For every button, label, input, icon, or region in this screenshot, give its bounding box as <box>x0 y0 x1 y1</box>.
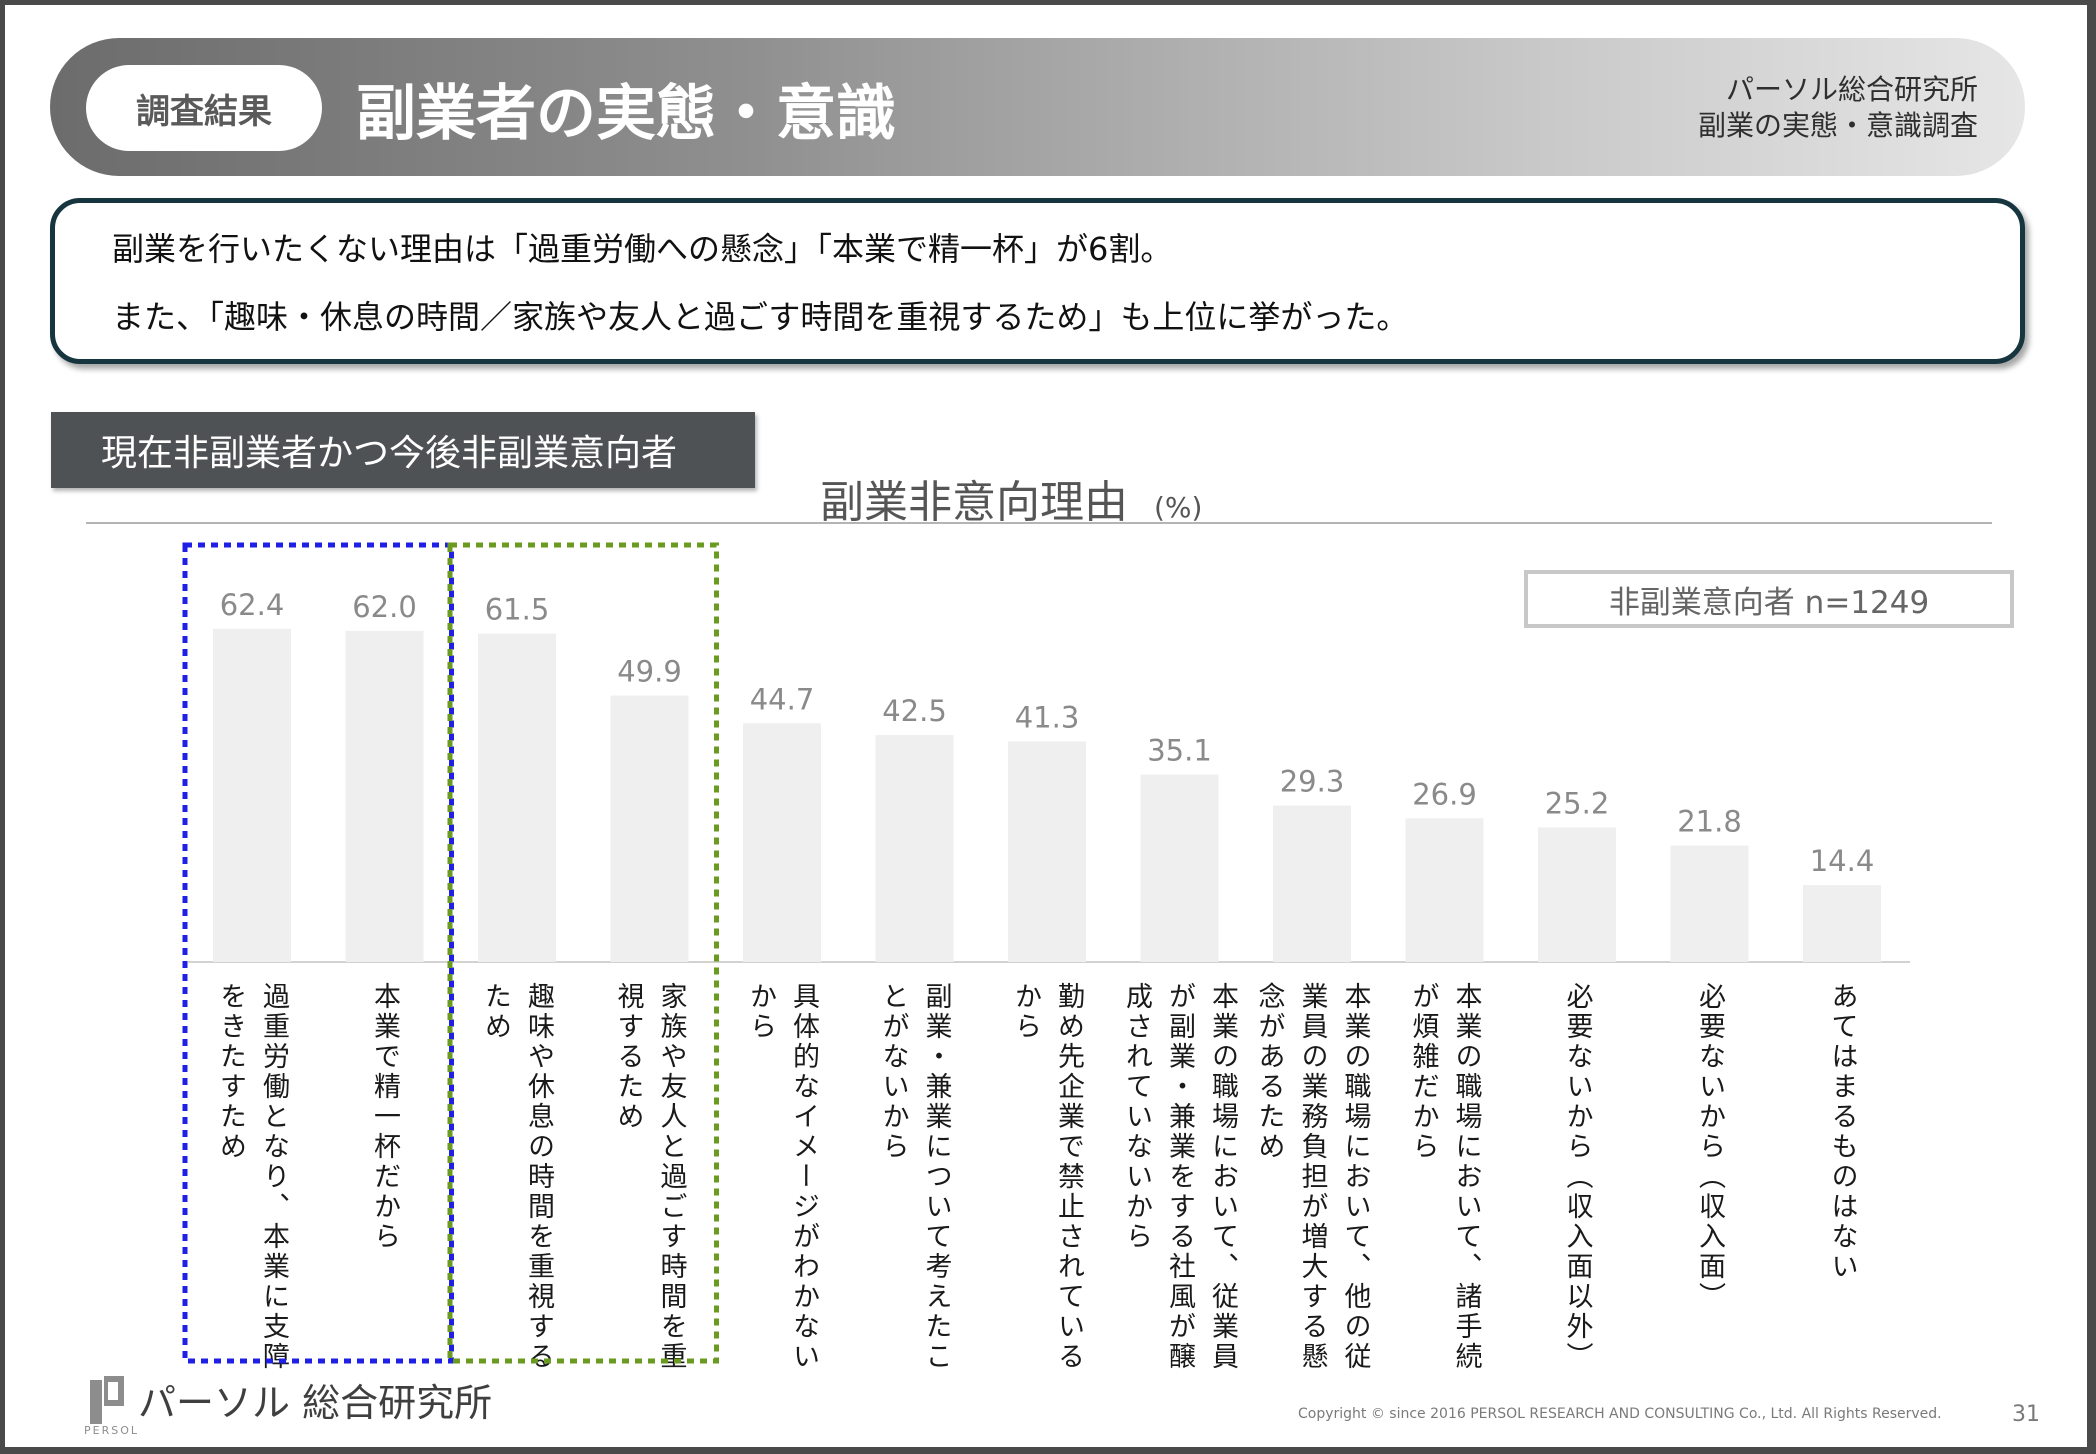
copyright: Copyright © since 2016 PERSOL RESEARCH A… <box>1298 1406 1942 1422</box>
category-label-8-0: 本業の職場において、他の従 <box>1340 982 1372 1372</box>
bar-value-label-4: 44.7 <box>750 682 815 716</box>
bar-11 <box>1670 845 1749 962</box>
category-label-2-0: 趣味や休息の時間を重視する <box>523 982 555 1372</box>
category-label-9-1: が煩雑だから <box>1408 982 1440 1162</box>
category-label-6-1: から <box>1010 982 1041 1042</box>
persol-logo-icon <box>90 1375 124 1424</box>
bar-2 <box>478 633 556 962</box>
category-label-0-1: をきたすため <box>215 982 246 1162</box>
bar-6 <box>1008 741 1086 962</box>
bar-value-label-8: 29.3 <box>1280 765 1345 799</box>
bar-5 <box>875 735 954 962</box>
category-label-7-2: 成されていないから <box>1121 982 1153 1252</box>
bar-10 <box>1538 827 1616 962</box>
logo-text: パーソル 総合研究所 <box>138 1381 493 1425</box>
category-label-6-0: 勤め先企業で禁止されている <box>1053 982 1085 1372</box>
bar-12 <box>1803 885 1881 962</box>
bar-1 <box>345 630 424 962</box>
bar-value-label-3: 49.9 <box>617 655 682 689</box>
category-label-0-0: 過重労働となり、本業に支障 <box>258 982 290 1372</box>
category-label-11-0: 必要ないから（収入面） <box>1694 982 1726 1312</box>
category-label-2-1: ため <box>480 982 511 1042</box>
bar-value-label-1: 62.0 <box>352 590 417 624</box>
category-label-1-0: 本業で精一杯だから <box>369 982 401 1252</box>
bar-value-label-11: 21.8 <box>1677 805 1742 839</box>
bar-value-label-2: 61.5 <box>485 593 550 627</box>
category-label-4-1: から <box>745 982 776 1042</box>
category-label-3-0: 家族や友人と過ごす時間を重 <box>656 982 688 1372</box>
bar-4 <box>743 723 821 962</box>
category-label-8-1: 業員の業務負担が増大する懸 <box>1297 982 1329 1372</box>
bar-value-label-5: 42.5 <box>882 694 947 728</box>
category-label-7-0: 本業の職場において、従業員 <box>1207 982 1239 1372</box>
category-label-4-0: 具体的なイメージがわかない <box>788 982 820 1372</box>
bar-0 <box>213 628 291 962</box>
bar-7 <box>1140 774 1219 962</box>
logo-subtext: PERSOL <box>84 1424 139 1437</box>
bar-value-label-12: 14.4 <box>1810 844 1875 878</box>
bar-value-label-0: 62.4 <box>220 588 285 622</box>
category-label-5-0: 副業・兼業について考えたこ <box>921 982 953 1372</box>
bar-chart: 62.4 過重労働となり、本業に支障をきたすため 62.0 本業で精一杯だから 61.5… <box>182 542 1910 1372</box>
category-label-3-1: 視するため <box>613 982 645 1132</box>
page-number: 31 <box>2012 1402 2040 1427</box>
category-label-7-1: が副業・兼業をする社風が醸 <box>1164 982 1196 1372</box>
category-label-8-2: 念があるため <box>1254 982 1286 1162</box>
category-label-10-0: 必要ないから（収入面以外） <box>1562 982 1594 1372</box>
bar-8 <box>1273 805 1351 962</box>
bar-9 <box>1405 818 1484 962</box>
category-label-12-0: あてはまるものはない <box>1827 982 1858 1282</box>
category-label-9-0: 本業の職場において、諸手続 <box>1451 982 1483 1372</box>
bar-value-label-7: 35.1 <box>1147 734 1212 768</box>
bar-value-label-10: 25.2 <box>1545 786 1610 820</box>
bar-3 <box>610 695 689 962</box>
bar-value-label-6: 41.3 <box>1015 700 1080 734</box>
persol-logo: パーソル 総合研究所 <box>90 1372 492 1427</box>
category-label-5-1: とがないから <box>878 982 909 1162</box>
bar-value-label-9: 26.9 <box>1412 777 1477 811</box>
